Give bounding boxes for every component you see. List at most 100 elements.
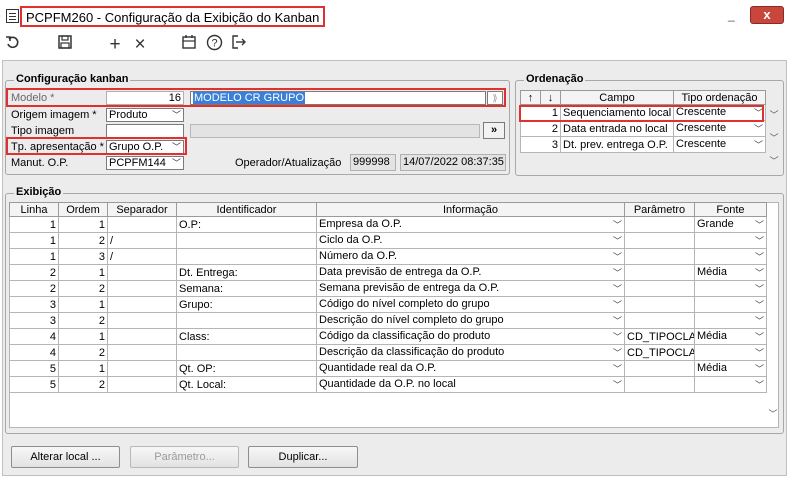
- tipo-imagem-field[interactable]: [106, 124, 184, 138]
- cell-ordem[interactable]: 1: [58, 328, 108, 345]
- cell-parametro[interactable]: CD_TIPOCLAS: [624, 328, 695, 345]
- cell-ordem[interactable]: 1: [58, 216, 108, 233]
- cell-ordem[interactable]: 1: [58, 296, 108, 313]
- delete-icon[interactable]: ×: [129, 34, 151, 56]
- table-row[interactable]: 3 Dt. prev. entrega O.P. Crescente ﹀: [520, 136, 766, 153]
- cell-fonte[interactable]: Grande ﹀: [694, 216, 767, 233]
- cell-informacao[interactable]: Descrição da classificação do produto ﹀: [316, 344, 625, 361]
- cell-separador[interactable]: [107, 312, 177, 329]
- cell-parametro[interactable]: [624, 216, 695, 233]
- cell-identificador[interactable]: Grupo:: [176, 296, 317, 313]
- cell-ordem[interactable]: 2: [58, 344, 108, 361]
- cell-separador[interactable]: [107, 360, 177, 377]
- undo-icon[interactable]: [2, 34, 24, 56]
- cell-parametro[interactable]: [624, 248, 695, 265]
- cell-ordem[interactable]: 2: [58, 376, 108, 393]
- cell-informacao[interactable]: Número da O.P. ﹀: [316, 248, 625, 265]
- close-button[interactable]: x: [750, 6, 784, 24]
- calendar-icon[interactable]: [178, 34, 200, 56]
- ordenacao-tipo-select[interactable]: Crescente ﹀: [673, 104, 766, 121]
- cell-parametro[interactable]: [624, 376, 695, 393]
- add-icon[interactable]: +: [104, 34, 126, 56]
- cell-separador[interactable]: [107, 280, 177, 297]
- cell-informacao[interactable]: Ciclo da O.P. ﹀: [316, 232, 625, 249]
- modelo-lookup-icon[interactable]: ⟫: [487, 91, 503, 105]
- cell-fonte[interactable]: ﹀: [694, 344, 767, 361]
- cell-separador[interactable]: [107, 344, 177, 361]
- cell-separador[interactable]: [107, 264, 177, 281]
- cell-ordem[interactable]: 1: [58, 264, 108, 281]
- tp-apresentacao-select[interactable]: Grupo O.P. ﹀: [106, 140, 184, 154]
- cell-fonte[interactable]: ﹀: [694, 376, 767, 393]
- table-row[interactable]: 5 2 Qt. Local: Quantidade da O.P. no local ﹀…: [9, 376, 767, 393]
- alterar-local-button[interactable]: Alterar local ...: [11, 446, 120, 468]
- cell-identificador[interactable]: [176, 232, 317, 249]
- cell-informacao[interactable]: Descrição do nível completo do grupo ﹀: [316, 312, 625, 329]
- cell-ordem[interactable]: 2: [58, 312, 108, 329]
- manut-select[interactable]: PCPFM144 ﹀: [106, 156, 184, 170]
- cell-identificador[interactable]: O.P:: [176, 216, 317, 233]
- cell-parametro[interactable]: [624, 312, 695, 329]
- table-row[interactable]: 1 1 O.P: Empresa da O.P. ﹀ Grande ﹀: [9, 216, 767, 233]
- cell-parametro[interactable]: [624, 232, 695, 249]
- cell-linha[interactable]: 1: [9, 248, 59, 265]
- cell-informacao[interactable]: Empresa da O.P. ﹀: [316, 216, 625, 233]
- cell-informacao[interactable]: Quantidade da O.P. no local ﹀: [316, 376, 625, 393]
- cell-identificador[interactable]: [176, 248, 317, 265]
- ordenacao-campo[interactable]: Dt. prev. entrega O.P.: [560, 136, 674, 153]
- table-row[interactable]: 2 Data entrada no local Crescente ﹀: [520, 120, 766, 137]
- ordenacao-tipo-select[interactable]: Crescente ﹀: [673, 136, 766, 153]
- cell-identificador[interactable]: [176, 312, 317, 329]
- cell-identificador[interactable]: Qt. Local:: [176, 376, 317, 393]
- origem-select[interactable]: Produto ﹀: [106, 108, 184, 122]
- cell-fonte[interactable]: ﹀: [694, 280, 767, 297]
- table-row[interactable]: 1 3/ Número da O.P. ﹀ ﹀: [9, 248, 767, 265]
- sort-down-icon[interactable]: ↓: [540, 90, 561, 105]
- table-row[interactable]: 5 1 Qt. OP: Quantidade real da O.P. ﹀ Média ﹀: [9, 360, 767, 377]
- table-row[interactable]: 2 2 Semana: Semana previsão de entrega da O…: [9, 280, 767, 297]
- table-row[interactable]: 3 2 Descrição do nível completo do grupo ﹀ ﹀: [9, 312, 767, 329]
- cell-informacao[interactable]: Código do nível completo do grupo ﹀: [316, 296, 625, 313]
- cell-informacao[interactable]: Quantidade real da O.P. ﹀: [316, 360, 625, 377]
- cell-fonte[interactable]: ﹀: [694, 296, 767, 313]
- table-row[interactable]: 1 2/ Ciclo da O.P. ﹀ ﹀: [9, 232, 767, 249]
- ordenacao-campo[interactable]: Data entrada no local: [560, 120, 674, 137]
- cell-ordem[interactable]: 2: [58, 232, 108, 249]
- ordenacao-scrollbar[interactable]: ﹀ ﹀ ﹀: [767, 108, 781, 168]
- table-row[interactable]: 4 1 Class: Código da classificação do produ…: [9, 328, 767, 345]
- cell-ordem[interactable]: 2: [58, 280, 108, 297]
- cell-identificador[interactable]: Semana:: [176, 280, 317, 297]
- sort-up-icon[interactable]: ↑: [520, 90, 541, 105]
- cell-fonte[interactable]: Média ﹀: [694, 360, 767, 377]
- cell-linha[interactable]: 3: [9, 312, 59, 329]
- cell-linha[interactable]: 1: [9, 216, 59, 233]
- cell-separador[interactable]: /: [107, 248, 177, 265]
- cell-linha[interactable]: 2: [9, 280, 59, 297]
- table-row[interactable]: 3 1 Grupo: Código do nível completo do grup…: [9, 296, 767, 313]
- table-row[interactable]: 2 1 Dt. Entrega: Data previsão de entrega d…: [9, 264, 767, 281]
- cell-fonte[interactable]: ﹀: [694, 312, 767, 329]
- cell-separador[interactable]: [107, 328, 177, 345]
- duplicar-button[interactable]: Duplicar...: [248, 446, 358, 468]
- cell-separador[interactable]: [107, 216, 177, 233]
- cell-identificador[interactable]: Class:: [176, 328, 317, 345]
- cell-separador[interactable]: [107, 296, 177, 313]
- cell-identificador[interactable]: [176, 344, 317, 361]
- cell-informacao[interactable]: Código da classificação do produto ﹀: [316, 328, 625, 345]
- cell-ordem[interactable]: 1: [58, 360, 108, 377]
- ordenacao-tipo-select[interactable]: Crescente ﹀: [673, 120, 766, 137]
- modelo-desc-field[interactable]: MODELO CR GRUPO: [190, 91, 486, 105]
- parametro-button[interactable]: Parâmetro...: [130, 446, 239, 468]
- cell-ordem[interactable]: 3: [58, 248, 108, 265]
- cell-informacao[interactable]: Semana previsão de entrega da O.P. ﹀: [316, 280, 625, 297]
- cell-linha[interactable]: 5: [9, 376, 59, 393]
- help-icon[interactable]: ?: [203, 34, 225, 56]
- save-icon[interactable]: [54, 34, 76, 56]
- cell-informacao[interactable]: Data previsão de entrega da O.P. ﹀: [316, 264, 625, 281]
- cell-linha[interactable]: 2: [9, 264, 59, 281]
- table-row[interactable]: 1 Sequenciamento local Crescente ﹀: [520, 104, 766, 121]
- tipo-imagem-browse-button[interactable]: »: [483, 122, 505, 139]
- cell-linha[interactable]: 3: [9, 296, 59, 313]
- cell-parametro[interactable]: [624, 360, 695, 377]
- cell-identificador[interactable]: Dt. Entrega:: [176, 264, 317, 281]
